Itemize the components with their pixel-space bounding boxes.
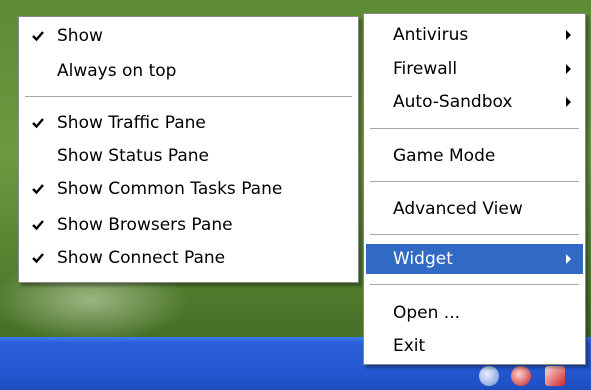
submenu-item-label: Show Common Tasks Pane <box>57 179 283 199</box>
submenu-item-show-browsers-pane[interactable]: Show Browsers Pane <box>21 210 356 240</box>
submenu-item-label: Always on top <box>57 61 177 81</box>
network-tray-icon[interactable] <box>479 366 499 386</box>
system-tray <box>475 364 585 386</box>
menu-item-open[interactable]: Open ... <box>366 298 583 328</box>
menu-item-label: Game Mode <box>393 146 496 166</box>
menu-item-advanced-view[interactable]: Advanced View <box>366 194 583 224</box>
tray-context-menu: Antivirus Firewall Auto-Sandbox Game Mod… <box>363 13 586 365</box>
security-shield-tray-icon[interactable] <box>511 366 531 386</box>
checkmark-icon <box>32 220 44 231</box>
menu-item-antivirus[interactable]: Antivirus <box>366 20 583 50</box>
chevron-right-icon <box>566 254 571 264</box>
checkmark-icon <box>32 253 44 264</box>
menu-item-label: Exit <box>393 336 426 356</box>
menu-separator <box>370 128 579 129</box>
menu-item-widget[interactable]: Widget <box>366 244 583 274</box>
checkmark-icon <box>32 184 44 195</box>
submenu-item-show[interactable]: Show <box>21 21 356 51</box>
menu-item-label: Firewall <box>393 59 458 79</box>
menu-item-auto-sandbox[interactable]: Auto-Sandbox <box>366 87 583 117</box>
menu-separator <box>25 96 352 97</box>
menu-separator <box>370 234 579 235</box>
checkmark-icon <box>32 31 44 42</box>
submenu-item-label: Show Status Pane <box>57 146 209 166</box>
menu-item-exit[interactable]: Exit <box>366 331 583 361</box>
chevron-right-icon <box>566 64 571 74</box>
menu-item-label: Widget <box>393 249 453 269</box>
checkmark-icon <box>32 118 44 129</box>
menu-item-game-mode[interactable]: Game Mode <box>366 141 583 171</box>
firewall-tray-icon[interactable] <box>545 366 565 386</box>
submenu-item-always-on-top[interactable]: Always on top <box>21 56 356 86</box>
menu-item-label: Open ... <box>393 303 461 323</box>
widget-submenu: Show Always on top Show Traffic Pane Sho… <box>18 16 359 283</box>
submenu-item-show-status-pane[interactable]: Show Status Pane <box>21 141 356 171</box>
submenu-item-show-traffic-pane[interactable]: Show Traffic Pane <box>21 108 356 138</box>
menu-separator <box>370 181 579 182</box>
submenu-item-label: Show <box>57 26 103 46</box>
submenu-item-label: Show Connect Pane <box>57 248 226 268</box>
menu-item-label: Antivirus <box>393 25 469 45</box>
menu-item-label: Advanced View <box>393 199 523 219</box>
menu-separator <box>370 284 579 285</box>
submenu-item-label: Show Browsers Pane <box>57 215 233 235</box>
submenu-item-show-connect-pane[interactable]: Show Connect Pane <box>21 243 356 273</box>
submenu-item-show-common-tasks-pane[interactable]: Show Common Tasks Pane <box>21 174 356 204</box>
chevron-right-icon <box>566 97 571 107</box>
menu-item-firewall[interactable]: Firewall <box>366 54 583 84</box>
submenu-item-label: Show Traffic Pane <box>57 113 206 133</box>
menu-item-label: Auto-Sandbox <box>393 92 513 112</box>
chevron-right-icon <box>566 30 571 40</box>
